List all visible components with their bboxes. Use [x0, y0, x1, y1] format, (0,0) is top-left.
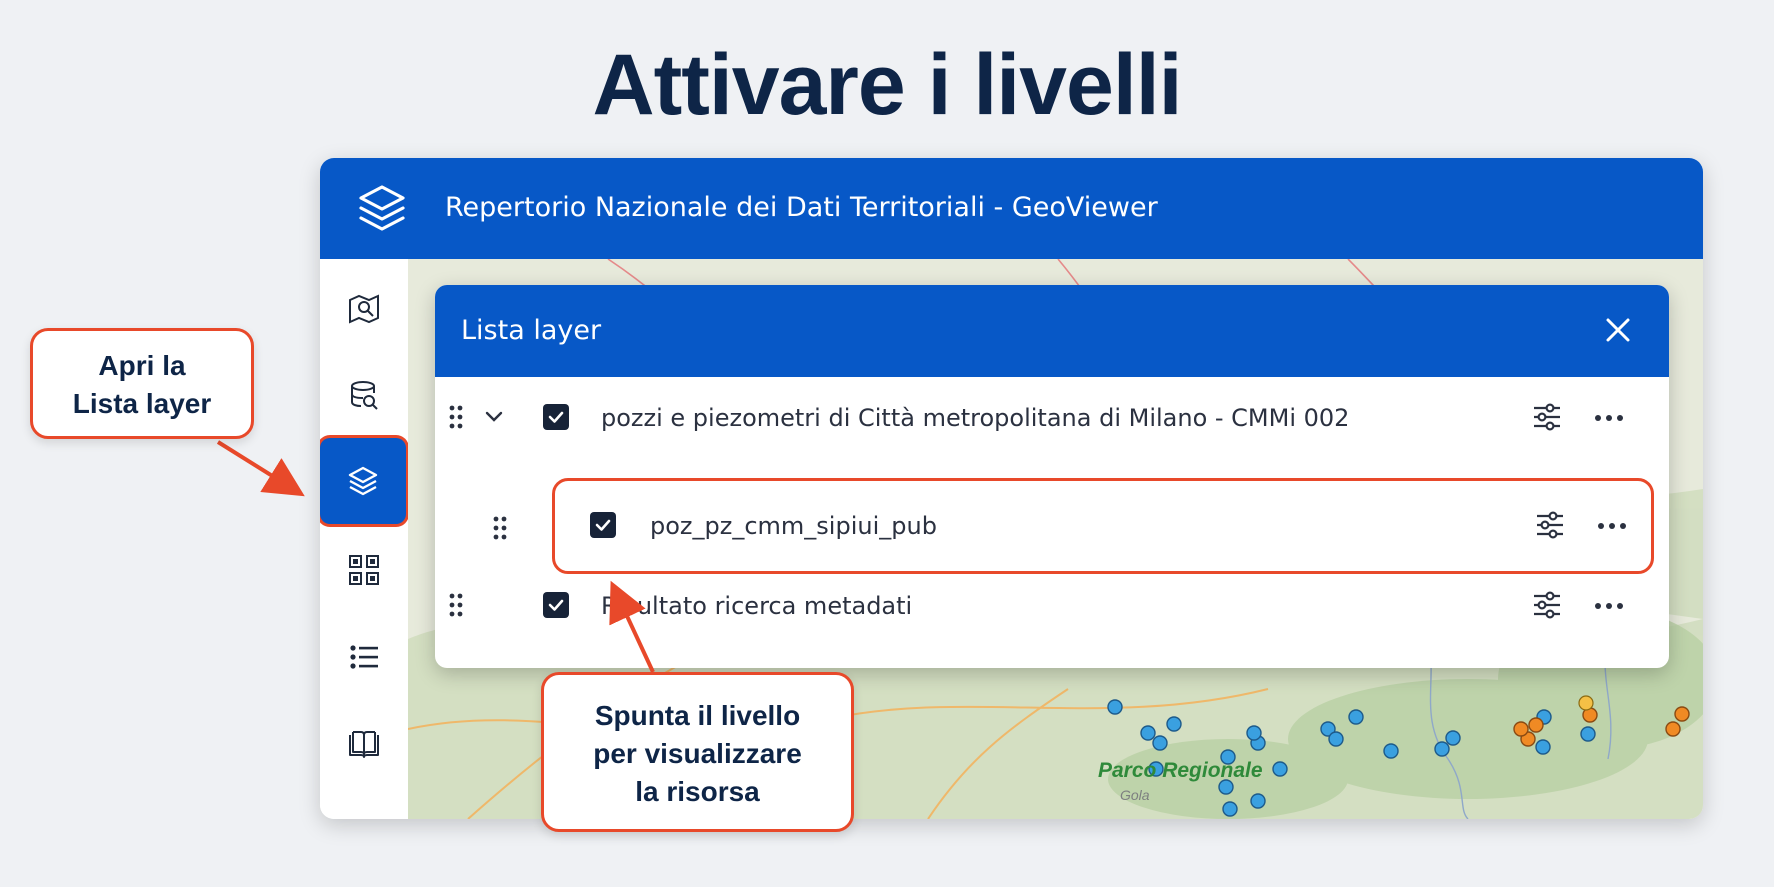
- callout-line: Apri la: [98, 350, 186, 381]
- callout-line: per visualizzare: [593, 738, 802, 769]
- callout-check-layer: Spunta il livello per visualizzare la ri…: [541, 672, 854, 832]
- callout-open-layer-list: Apri la Lista layer: [30, 328, 254, 439]
- callout-line: Spunta il livello: [594, 700, 801, 731]
- callout-line: la risorsa: [635, 776, 760, 807]
- callout-line: Lista layer: [72, 388, 212, 419]
- callout-arrows: [216, 440, 655, 673]
